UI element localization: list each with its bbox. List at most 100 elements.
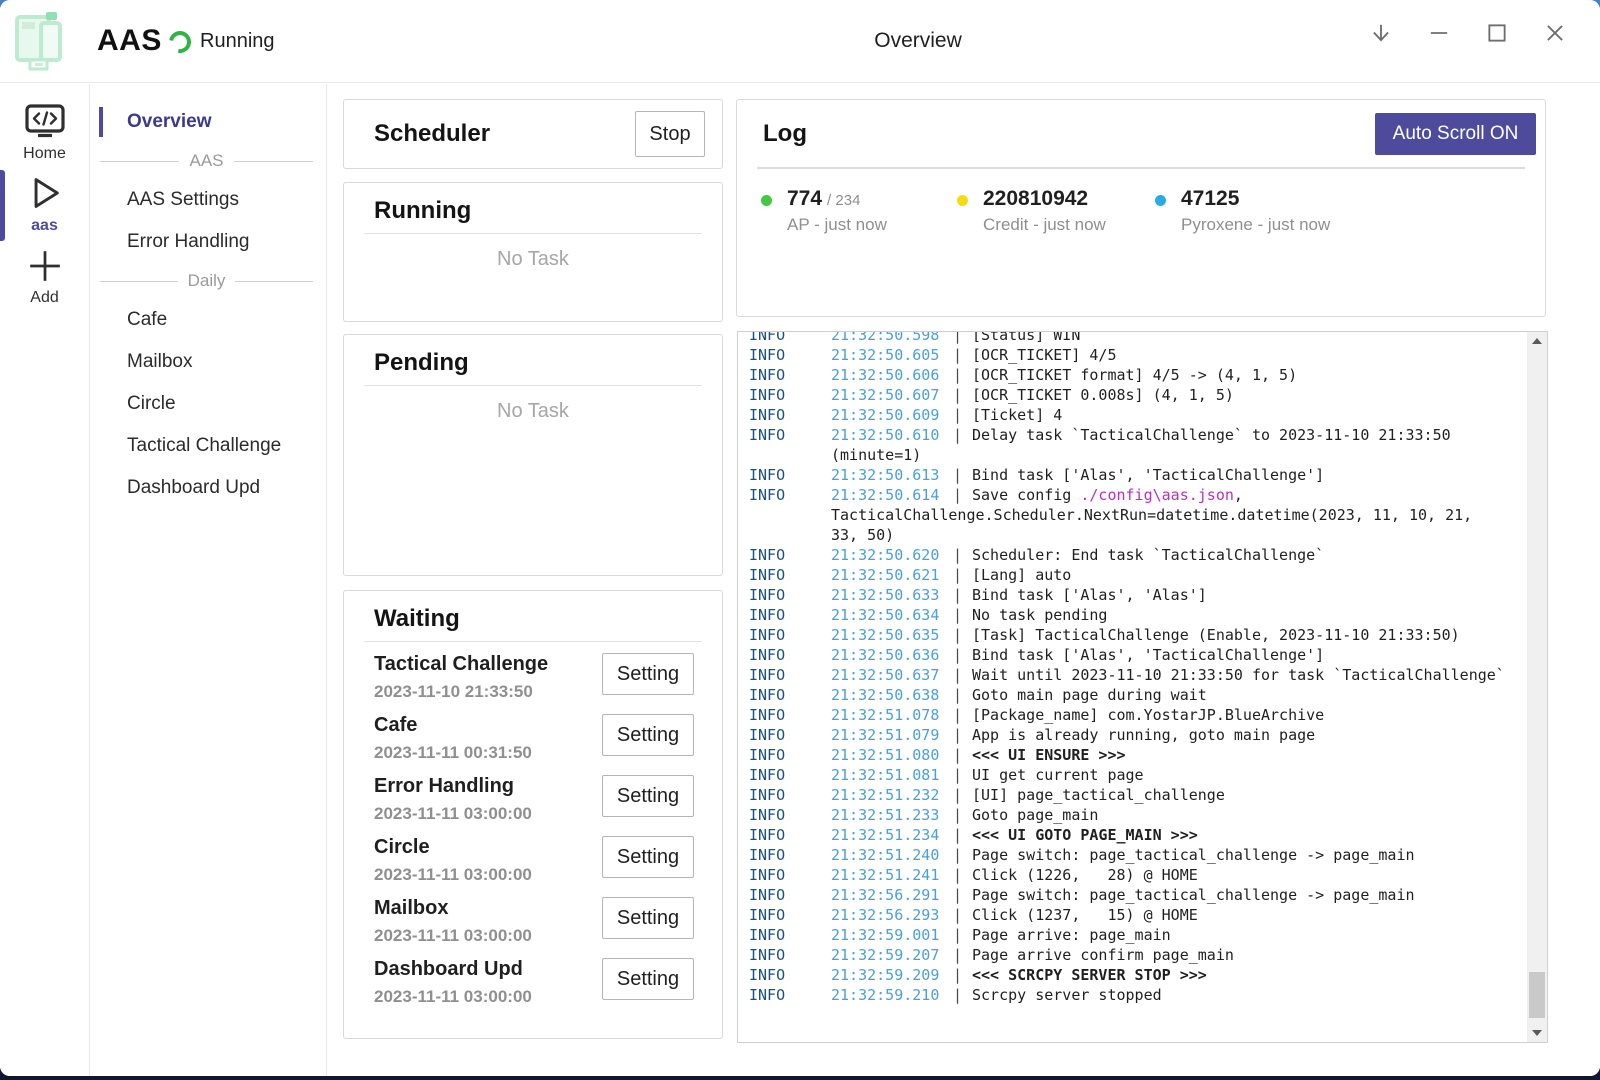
log-message: <<< SCRCPY SERVER STOP >>> (972, 965, 1527, 985)
log-timestamp: 21:32:50.607 (831, 385, 953, 405)
log-lines: INFO21:32:50.598|[Status] WININFO21:32:5… (738, 331, 1527, 1005)
log-pipe: | (953, 465, 972, 485)
app-window: AAS Running Overview (0, 0, 1600, 1076)
nav-list: Overview AAS AAS SettingsError HandlingDai… (91, 101, 326, 509)
scroll-thumb[interactable] (1529, 972, 1545, 1018)
stat-label: Pyroxene - just now (1181, 215, 1330, 235)
log-level: INFO (749, 805, 831, 825)
log-pipe: | (953, 345, 972, 365)
stat-value: 774 (787, 187, 822, 210)
rail-item-aas[interactable]: aas (0, 170, 89, 241)
nav-item-circle[interactable]: Circle (91, 383, 326, 425)
stop-button[interactable]: Stop (635, 111, 705, 157)
stat-dot-icon (957, 195, 968, 206)
setting-button[interactable]: Setting (602, 836, 694, 878)
log-timestamp: 21:32:50.638 (831, 685, 953, 705)
running-spinner-icon (165, 27, 196, 58)
waiting-title: Waiting (344, 591, 722, 641)
left-rail: Home aas Add (0, 84, 90, 1076)
log-message: [Lang] auto (972, 565, 1527, 585)
scheduler-title: Scheduler (374, 120, 490, 148)
log-message: [Package_name] com.YostarJP.BlueArchive (972, 705, 1527, 725)
log-row: INFO21:32:50.634|No task pending (738, 605, 1527, 625)
setting-button[interactable]: Setting (602, 775, 694, 817)
log-viewer[interactable]: INFO21:32:50.598|[Status] WININFO21:32:5… (737, 331, 1548, 1043)
log-level: INFO (749, 945, 831, 965)
nav-item-cafe[interactable]: Cafe (91, 299, 326, 341)
log-row: INFO21:32:51.078|[Package_name] com.Yost… (738, 705, 1527, 725)
nav-section-divider-daily: Daily (91, 263, 326, 299)
log-timestamp: 21:32:50.605 (831, 345, 953, 365)
nav-item-dashboard-upd[interactable]: Dashboard Upd (91, 467, 326, 509)
scroll-up-button[interactable] (1527, 332, 1547, 350)
log-level: INFO (749, 925, 831, 945)
log-message: App is already running, goto main page (972, 725, 1527, 745)
log-pipe: | (953, 685, 972, 705)
log-pipe: | (953, 985, 972, 1005)
nav-item-error-handling[interactable]: Error Handling (91, 221, 326, 263)
setting-button[interactable]: Setting (602, 714, 694, 756)
log-message: [UI] page_tactical_challenge (972, 785, 1527, 805)
log-message: [Ticket] 4 (972, 405, 1527, 425)
scroll-down-button[interactable] (1527, 1024, 1547, 1042)
log-message: No task pending (972, 605, 1527, 625)
stat-dot-icon (1155, 195, 1166, 206)
maximize-icon (1485, 21, 1509, 45)
log-pipe: | (953, 585, 972, 605)
stat-value: 220810942 (983, 187, 1088, 210)
log-message: Goto page_main (972, 805, 1527, 825)
log-row: INFO21:32:59.001|Page arrive: page_main (738, 925, 1527, 945)
log-level: INFO (749, 365, 831, 385)
log-row: INFO21:32:50.613|Bind task ['Alas', 'Tac… (738, 465, 1527, 485)
log-message: UI get current page (972, 765, 1527, 785)
log-message: [OCR_TICKET 0.008s] (4, 1, 5) (972, 385, 1527, 405)
log-row: INFO21:32:59.210|Scrcpy server stopped (738, 985, 1527, 1005)
setting-button[interactable]: Setting (602, 958, 694, 1000)
auto-scroll-button[interactable]: Auto Scroll ON (1375, 113, 1536, 155)
log-row: INFO21:32:50.607|[OCR_TICKET 0.008s] (4,… (738, 385, 1527, 405)
log-pipe: | (953, 405, 972, 425)
pending-empty-label: No Task (344, 400, 722, 423)
scheduler-card: Scheduler Stop (343, 99, 723, 169)
active-indicator-bar (99, 107, 103, 137)
nav-section-label: AAS (189, 151, 223, 171)
log-message: Page switch: page_tactical_challenge -> … (972, 885, 1527, 905)
log-pipe: | (953, 565, 972, 585)
log-row: INFO21:32:50.636|Bind task ['Alas', 'Tac… (738, 645, 1527, 665)
log-row-continuation: TacticalChallenge.Scheduler.NextRun=date… (738, 505, 1527, 525)
log-timestamp: 21:32:51.081 (831, 765, 953, 785)
play-icon (26, 174, 64, 212)
nav-panel: Overview AAS AAS SettingsError HandlingDai… (91, 84, 327, 1076)
maximize-button[interactable] (1478, 10, 1516, 56)
log-level: INFO (749, 865, 831, 885)
nav-item-aas-settings[interactable]: AAS Settings (91, 179, 326, 221)
log-level: INFO (749, 825, 831, 845)
log-timestamp: 21:32:51.080 (831, 745, 953, 765)
setting-button[interactable]: Setting (602, 653, 694, 695)
log-level: INFO (749, 345, 831, 365)
nav-item-tactical-challenge[interactable]: Tactical Challenge (91, 425, 326, 467)
log-row: INFO21:32:56.293|Click (1237, 15) @ HOME (738, 905, 1527, 925)
minimize-button[interactable] (1420, 10, 1458, 56)
app-logo-icon (10, 8, 74, 72)
setting-button[interactable]: Setting (602, 897, 694, 939)
log-row: INFO21:32:51.240|Page switch: page_tacti… (738, 845, 1527, 865)
hide-window-button[interactable] (1362, 10, 1400, 56)
log-timestamp: 21:32:51.078 (831, 705, 953, 725)
log-pipe: | (953, 925, 972, 945)
log-pipe: | (953, 625, 972, 645)
nav-item-label: Tactical Challenge (127, 435, 281, 457)
log-level: INFO (749, 685, 831, 705)
log-level: INFO (749, 905, 831, 925)
nav-item-mailbox[interactable]: Mailbox (91, 341, 326, 383)
log-timestamp: 21:32:51.079 (831, 725, 953, 745)
log-scrollbar[interactable] (1527, 332, 1547, 1042)
rail-item-add[interactable]: Add (0, 248, 89, 307)
log-level: INFO (749, 565, 831, 585)
log-level: INFO (749, 645, 831, 665)
nav-item-overview[interactable]: Overview (91, 101, 326, 143)
log-level: INFO (749, 465, 831, 485)
close-button[interactable] (1536, 10, 1574, 56)
rail-item-home[interactable]: Home (0, 104, 89, 163)
triangle-up-icon (1532, 338, 1542, 344)
